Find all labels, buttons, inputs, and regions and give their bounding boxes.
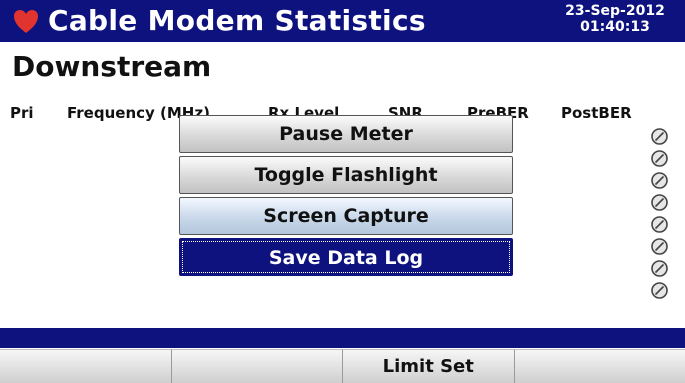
status-band [0,328,685,348]
column-header-pri: Pri [10,104,34,122]
column-header-postber: PostBER [561,104,632,122]
date-label: 23-Sep-2012 [565,3,665,19]
limit-set-softkey[interactable]: Limit Set [343,349,515,383]
softkey-4[interactable] [514,349,685,383]
datetime: 23-Sep-2012 01:40:13 [555,3,675,35]
no-entry-icon [651,128,668,145]
no-entry-icon [651,216,668,233]
no-entry-icon [651,238,668,255]
popup-menu: Pause Meter Toggle Flashlight Screen Cap… [179,115,513,276]
section-title: Downstream [12,50,212,83]
no-entry-icon [651,172,668,189]
toggle-flashlight-button[interactable]: Toggle Flashlight [179,156,513,194]
time-label: 01:40:13 [580,19,650,35]
title-bar: Cable Modem Statistics 23-Sep-2012 01:40… [0,0,685,42]
no-entry-icon [651,150,668,167]
softkey-1[interactable] [0,349,172,383]
heart-icon [14,10,38,33]
no-entry-icon [651,194,668,211]
no-entry-icon [651,260,668,277]
save-data-log-button[interactable]: Save Data Log [179,238,513,276]
page-title: Cable Modem Statistics [48,4,426,37]
softkey-bar: Limit Set [0,349,685,383]
softkey-2[interactable] [171,349,343,383]
status-column [651,128,669,304]
pause-meter-button[interactable]: Pause Meter [179,115,513,153]
screen-capture-button[interactable]: Screen Capture [179,197,513,235]
no-entry-icon [651,282,668,299]
